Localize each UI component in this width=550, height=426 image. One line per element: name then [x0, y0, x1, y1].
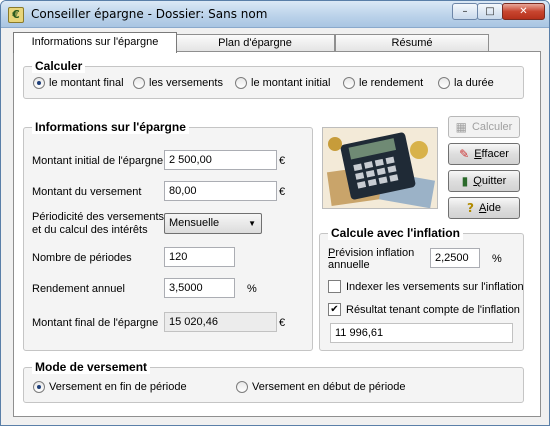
periodicite-label-line1: Périodicité des versements: [32, 211, 165, 223]
chevron-down-icon: ▼: [248, 219, 256, 228]
prevision-label-line2: annuelle: [328, 259, 370, 271]
effacer-button[interactable]: ✎ Effacer: [448, 143, 520, 165]
resultat-label: Résultat tenant compte de l'inflation: [346, 303, 520, 316]
montant-initial-label: Montant initial de l'épargne: [32, 155, 164, 167]
piggy-bank-icon: €: [8, 7, 24, 23]
nombre-periodes-label: Nombre de périodes: [32, 252, 132, 264]
montant-final-label: Montant final de l'épargne: [32, 317, 159, 329]
radio-montant-initial[interactable]: le montant initial: [235, 77, 331, 89]
calculer-title: Calculer: [32, 59, 86, 73]
eraser-icon: ✎: [459, 147, 470, 161]
radio-fin-periode[interactable]: Versement en fin de période: [33, 381, 187, 393]
tab-informations[interactable]: Informations sur l'épargne: [13, 32, 177, 53]
app-window: € Conseiller épargne - Dossier: Sans nom…: [0, 0, 550, 426]
prevision-label-line1: Prévision inflation: [328, 247, 415, 259]
calculator-photo: [322, 127, 438, 209]
calculator-icon: [323, 128, 437, 208]
radio-label: le montant final: [49, 77, 124, 89]
tab-plan-epargne[interactable]: Plan d'épargne: [175, 34, 335, 52]
prevision-inflation-field[interactable]: 2,2500: [430, 248, 480, 268]
inflation-result-field: 11 996,61: [330, 323, 513, 343]
calculer-group: Calculer le montant final les versements…: [23, 59, 524, 99]
inflation-title: Calcule avec l'inflation: [328, 226, 463, 240]
radio-versements[interactable]: les versements: [133, 77, 223, 89]
calculer-button-label: Calculer: [471, 121, 513, 133]
radio-dot: [235, 77, 247, 89]
minimize-button[interactable]: –: [452, 3, 478, 20]
euro-unit: €: [279, 155, 286, 167]
aide-button[interactable]: ? Aide: [448, 197, 520, 219]
mode-versement-title: Mode de versement: [32, 360, 151, 374]
montant-versement-label: Montant du versement: [32, 186, 142, 198]
percent-unit: %: [247, 283, 257, 295]
checkbox-box: [328, 280, 341, 293]
info-group: Informations sur l'épargne Montant initi…: [23, 120, 313, 351]
rendement-label: Rendement annuel: [32, 283, 125, 295]
percent-unit: %: [492, 253, 502, 265]
quitter-button-label: Quitter: [473, 175, 507, 187]
radio-rendement[interactable]: le rendement: [343, 77, 423, 89]
radio-montant-final[interactable]: le montant final: [33, 77, 124, 89]
euro-unit: €: [279, 186, 286, 198]
rendement-field[interactable]: 3,5000: [164, 278, 235, 298]
radio-dot: [133, 77, 145, 89]
close-button[interactable]: ✕: [502, 3, 545, 20]
montant-versement-field[interactable]: 80,00: [164, 181, 277, 201]
periodicite-value: Mensuelle: [169, 217, 220, 229]
euro-unit: €: [279, 317, 286, 329]
calculer-button[interactable]: ▦ Calculer: [448, 116, 520, 138]
radio-label: le montant initial: [251, 77, 331, 89]
calculator-icon: ▦: [455, 120, 467, 134]
periodicite-select[interactable]: Mensuelle ▼: [164, 213, 262, 234]
exit-door-icon: ▮: [461, 174, 469, 188]
tab-panel: Calculer le montant final les versements…: [13, 51, 541, 417]
help-icon: ?: [467, 201, 474, 215]
radio-duree[interactable]: la durée: [438, 77, 494, 89]
resultat-inflation-checkbox[interactable]: ✔ Résultat tenant compte de l'inflation: [328, 303, 520, 316]
checkmark-icon: ✔: [328, 303, 341, 316]
maximize-button[interactable]: □: [477, 3, 503, 20]
aide-button-label: Aide: [478, 202, 501, 214]
radio-label: le rendement: [359, 77, 424, 89]
periodicite-label-line2: et du calcul des intérêts: [32, 224, 148, 236]
radio-dot: [438, 77, 450, 89]
radio-label: Versement en début de période: [252, 381, 406, 393]
radio-debut-periode[interactable]: Versement en début de période: [236, 381, 406, 393]
effacer-button-label: Effacer: [474, 148, 509, 160]
montant-initial-field[interactable]: 2 500,00: [164, 150, 277, 170]
tab-resume[interactable]: Résumé: [335, 34, 489, 52]
radio-label: les versements: [149, 77, 223, 89]
radio-dot: [33, 381, 45, 393]
radio-dot: [33, 77, 45, 89]
window-title: Conseiller épargne - Dossier: Sans nom: [31, 7, 268, 21]
quitter-button[interactable]: ▮ Quitter: [448, 170, 520, 192]
indexer-label: Indexer les versements sur l'inflation: [346, 280, 524, 293]
radio-dot: [343, 77, 355, 89]
title-bar[interactable]: € Conseiller épargne - Dossier: Sans nom…: [1, 1, 549, 28]
radio-dot: [236, 381, 248, 393]
nombre-periodes-field[interactable]: 120: [164, 247, 235, 267]
radio-label: la durée: [454, 77, 494, 89]
montant-final-field: 15 020,46: [164, 312, 277, 332]
indexer-checkbox[interactable]: Indexer les versements sur l'inflation: [328, 280, 524, 293]
info-title: Informations sur l'épargne: [32, 120, 189, 134]
inflation-group: Calcule avec l'inflation Prévision infla…: [319, 226, 524, 351]
mode-versement-group: Mode de versement Versement en fin de pé…: [23, 360, 524, 403]
radio-label: Versement en fin de période: [49, 381, 187, 393]
